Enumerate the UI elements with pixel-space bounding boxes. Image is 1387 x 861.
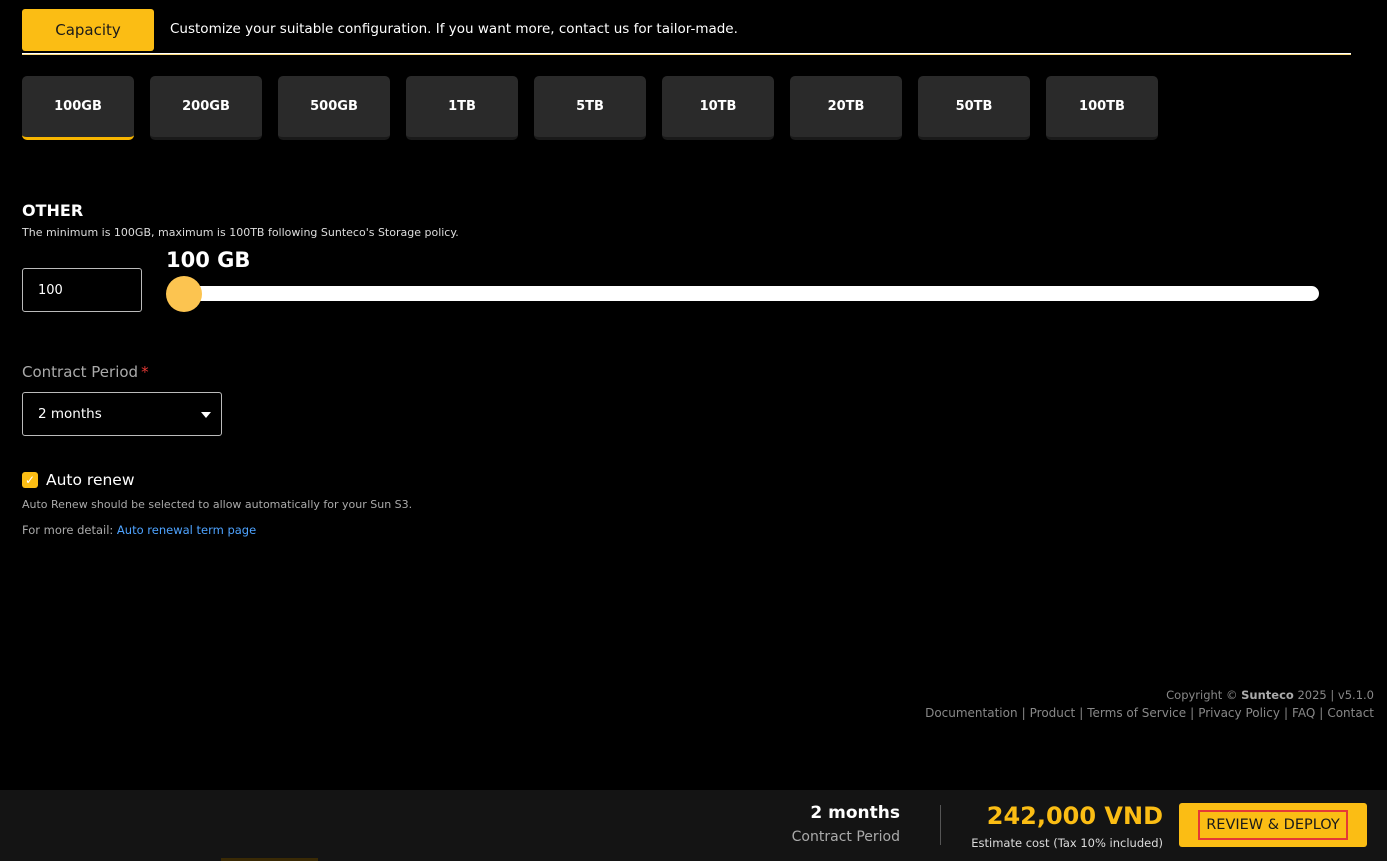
- auto-renew-row: ✓ Auto renew: [22, 471, 135, 489]
- caret-down-icon: [201, 412, 211, 418]
- capacity-option-10tb[interactable]: 10TB: [662, 76, 774, 140]
- capacity-option-200gb[interactable]: 200GB: [150, 76, 262, 140]
- tab-header: Capacity Customize your suitable configu…: [22, 9, 1351, 55]
- capacity-option-50tb[interactable]: 50TB: [918, 76, 1030, 140]
- capacity-option-1tb[interactable]: 1TB: [406, 76, 518, 140]
- summary-bar: 2 months Contract Period 242,000 VND Est…: [0, 790, 1387, 861]
- contract-period-select[interactable]: 2 months: [22, 392, 222, 436]
- auto-renew-description: Auto Renew should be selected to allow a…: [22, 498, 413, 511]
- summary-divider: [940, 805, 941, 845]
- slider-value-label: 100 GB: [166, 248, 251, 272]
- review-deploy-button[interactable]: REVIEW & DEPLOY: [1179, 803, 1367, 847]
- auto-renewal-term-link[interactable]: Auto renewal term page: [117, 523, 256, 537]
- footer-link-contact[interactable]: Contact: [1327, 706, 1374, 720]
- footer-link-faq[interactable]: FAQ: [1292, 706, 1315, 720]
- brand-name: Sunteco: [1241, 688, 1294, 702]
- tab-capacity[interactable]: Capacity: [22, 9, 154, 51]
- footer-link-documentation[interactable]: Documentation: [925, 706, 1018, 720]
- capacity-option-5tb[interactable]: 5TB: [534, 76, 646, 140]
- estimated-cost: 242,000 VND: [986, 802, 1163, 830]
- capacity-option-20tb[interactable]: 20TB: [790, 76, 902, 140]
- auto-renew-label: Auto renew: [46, 471, 135, 489]
- summary-period-label: Contract Period: [791, 829, 900, 845]
- required-mark: *: [141, 363, 149, 381]
- more-detail: For more detail: Auto renewal term page: [22, 523, 256, 537]
- review-deploy-label: REVIEW & DEPLOY: [1198, 810, 1348, 840]
- footer-link-product[interactable]: Product: [1030, 706, 1076, 720]
- copyright-suffix: 2025 | v5.1.0: [1297, 688, 1374, 702]
- capacity-option-100gb[interactable]: 100GB: [22, 76, 134, 140]
- other-title: OTHER: [22, 201, 84, 220]
- contract-period-label-text: Contract Period: [22, 363, 139, 381]
- check-icon: ✓: [24, 473, 36, 487]
- summary-period-value: 2 months: [810, 803, 900, 823]
- capacity-option-100tb[interactable]: 100TB: [1046, 76, 1158, 140]
- capacity-slider-thumb[interactable]: [166, 276, 202, 312]
- contract-period-label: Contract Period *: [22, 363, 149, 381]
- other-description: The minimum is 100GB, maximum is 100TB f…: [22, 226, 459, 239]
- contract-period-selected: 2 months: [38, 406, 102, 422]
- capacity-slider-track[interactable]: [184, 286, 1319, 301]
- footer-link-terms[interactable]: Terms of Service: [1087, 706, 1186, 720]
- more-detail-prefix: For more detail:: [22, 523, 114, 537]
- copyright: Copyright © Sunteco 2025 | v5.1.0: [1166, 688, 1374, 702]
- tab-description: Customize your suitable configuration. I…: [170, 21, 738, 37]
- copyright-prefix: Copyright ©: [1166, 688, 1238, 702]
- capacity-option-500gb[interactable]: 500GB: [278, 76, 390, 140]
- auto-renew-checkbox[interactable]: ✓: [22, 472, 38, 488]
- estimated-cost-label: Estimate cost (Tax 10% included): [971, 836, 1163, 850]
- footer-links: Documentation | Product | Terms of Service | P…: [925, 706, 1374, 720]
- capacity-options: 100GB 200GB 500GB 1TB 5TB 10TB 20TB 50TB…: [22, 76, 1158, 140]
- page: Capacity Customize your suitable configu…: [0, 0, 1387, 861]
- footer-link-privacy[interactable]: Privacy Policy: [1198, 706, 1280, 720]
- capacity-amount-input[interactable]: [22, 268, 142, 312]
